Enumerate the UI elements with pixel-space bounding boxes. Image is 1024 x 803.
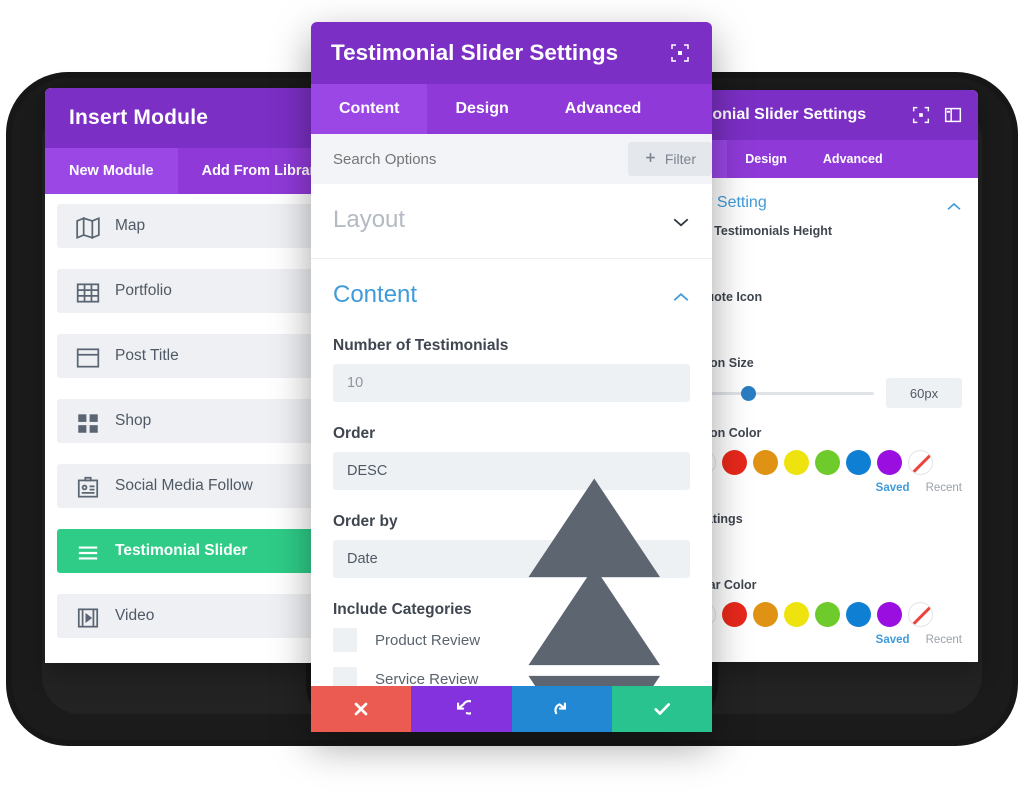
- section-content[interactable]: Content: [311, 259, 712, 315]
- center-panel-header: Testimonial Slider Settings: [311, 22, 712, 84]
- swatch-green[interactable]: [815, 450, 840, 475]
- tab-advanced-label: Advanced: [564, 100, 642, 117]
- swatch-green[interactable]: [815, 602, 840, 627]
- action-bar: [311, 686, 712, 732]
- tab-advanced-label: Advanced: [822, 152, 883, 166]
- tab-design-label: Design: [455, 100, 509, 117]
- swatch-recent-link[interactable]: Recent: [926, 482, 962, 494]
- tab-new-module[interactable]: New Module: [45, 148, 178, 194]
- swatch-orange[interactable]: [753, 602, 778, 627]
- field-order: Order DESC: [333, 425, 690, 732]
- plus-icon: [644, 151, 657, 167]
- window-icon: [75, 345, 101, 368]
- swatch-none[interactable]: [908, 450, 933, 475]
- undo-icon: [457, 700, 472, 715]
- tab-advanced[interactable]: Advanced: [537, 84, 669, 134]
- testimonial-slider-settings-panel: Testimonial Slider Settings Content Desi…: [311, 22, 712, 732]
- tab-design[interactable]: Design: [727, 140, 805, 178]
- save-button[interactable]: [611, 686, 712, 732]
- chevron-down-icon: [672, 215, 690, 227]
- field-label: Order: [333, 425, 376, 442]
- filter-button-label: Filter: [664, 151, 696, 167]
- chevron-up-icon: [672, 290, 690, 301]
- module-item-label: Post Title: [115, 347, 179, 364]
- content-fields: Number of Testimonials Order DESC Order …: [311, 315, 712, 732]
- swatch-red[interactable]: [722, 602, 747, 627]
- order-select-value: DESC: [347, 463, 388, 479]
- section-layout-title: Layout: [333, 206, 406, 233]
- swatch-blue[interactable]: [846, 602, 871, 627]
- module-item-label: Shop: [115, 412, 152, 429]
- section-content-title: Content: [333, 281, 418, 308]
- tab-advanced[interactable]: Advanced: [805, 140, 901, 178]
- layout-icon[interactable]: [942, 104, 964, 126]
- tab-new-module-label: New Module: [69, 163, 154, 179]
- redo-icon: [554, 702, 566, 715]
- slider-handle[interactable]: [741, 385, 757, 401]
- center-panel-body: Layout Content Number of Testimonials Or…: [311, 184, 712, 732]
- center-panel-title: Testimonial Slider Settings: [331, 40, 619, 65]
- tab-design[interactable]: Design: [427, 84, 536, 134]
- chevron-up-icon: [946, 198, 962, 210]
- swatch-purple[interactable]: [877, 602, 902, 627]
- field-number-of-testimonials: Number of Testimonials: [333, 337, 690, 402]
- page-title: Insert Module: [69, 106, 209, 129]
- expand-icon[interactable]: [668, 41, 692, 65]
- film-icon: [75, 605, 101, 628]
- squares-icon: [75, 410, 101, 433]
- swatch-recent-link[interactable]: Recent: [926, 634, 962, 646]
- category-label: Service Review: [375, 670, 479, 688]
- category-label: Product Review: [375, 631, 481, 649]
- quote-icon-size-value[interactable]: 60px: [886, 378, 962, 408]
- id-card-icon: [75, 475, 101, 498]
- swatch-purple[interactable]: [877, 450, 902, 475]
- center-panel-tabs: Content Design Advanced: [311, 84, 712, 134]
- tab-content-label: Content: [339, 100, 400, 117]
- swatch-red[interactable]: [722, 450, 747, 475]
- field-label: Number of Testimonials: [333, 337, 509, 354]
- check-icon: [654, 703, 670, 715]
- close-icon: [354, 702, 368, 716]
- spinner-icon: [512, 550, 677, 666]
- search-input[interactable]: [333, 150, 628, 168]
- swatch-yellow[interactable]: [784, 450, 809, 475]
- hamburger-icon: [75, 540, 101, 562]
- module-item-label: Portfolio: [115, 282, 172, 299]
- swatch-saved-link[interactable]: Saved: [876, 482, 910, 494]
- module-item-label: Social Media Follow: [115, 477, 253, 494]
- tab-design-label: Design: [745, 152, 787, 166]
- swatch-none[interactable]: [908, 602, 933, 627]
- swatch-orange[interactable]: [753, 450, 778, 475]
- filter-button[interactable]: Filter: [627, 142, 712, 176]
- tab-add-from-library-label: Add From Library: [201, 163, 324, 179]
- search-bar: Filter: [311, 134, 712, 184]
- checkbox[interactable]: [333, 628, 357, 652]
- swatch-saved-link[interactable]: Saved: [876, 634, 910, 646]
- map-icon: [75, 215, 101, 240]
- grid-icon: [75, 280, 101, 303]
- redo-button[interactable]: [511, 686, 612, 732]
- section-layout[interactable]: Layout: [311, 184, 712, 259]
- module-item-label: Map: [115, 217, 146, 234]
- swatch-blue[interactable]: [846, 450, 871, 475]
- spinner-icon: [512, 462, 677, 732]
- undo-button[interactable]: [411, 686, 512, 732]
- expand-icon[interactable]: [910, 104, 932, 126]
- number-of-testimonials-input[interactable]: [333, 364, 690, 402]
- module-item-label: Video: [115, 607, 155, 624]
- order-select[interactable]: DESC: [333, 452, 690, 732]
- order-by-select-value: Date: [347, 551, 378, 567]
- cancel-button[interactable]: [311, 686, 412, 732]
- module-item-label: Testimonial Slider: [115, 542, 248, 559]
- swatch-yellow[interactable]: [784, 602, 809, 627]
- tab-content[interactable]: Content: [311, 84, 428, 134]
